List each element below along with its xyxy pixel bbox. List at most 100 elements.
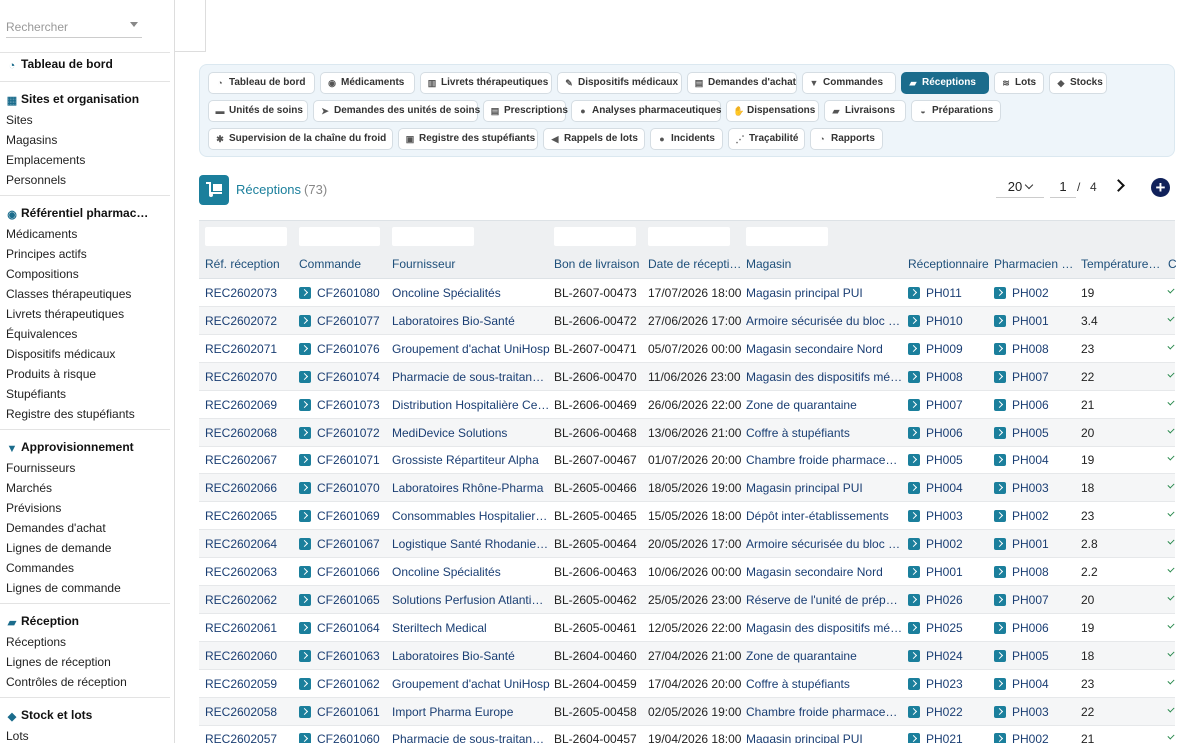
table-cell[interactable]: CF2601060 bbox=[299, 732, 389, 743]
table-row[interactable]: REC2602061 CF2601064 Steriltech Medical BL-… bbox=[199, 614, 1175, 642]
sidebar-item-3-2[interactable]: Contrôles de réception bbox=[6, 675, 127, 689]
sidebar-item-0-3[interactable]: Personnels bbox=[6, 173, 66, 187]
table-cell[interactable]: CF2601076 bbox=[299, 342, 389, 356]
column-filter-input[interactable] bbox=[648, 227, 730, 246]
sidebar-item-1-4[interactable]: Livrets thérapeutiques bbox=[6, 307, 124, 321]
nav-tab-1-5[interactable]: ▰ Livraisons bbox=[824, 100, 906, 122]
table-cell[interactable]: PH003 bbox=[994, 481, 1076, 495]
table-cell[interactable]: PH006 bbox=[994, 398, 1076, 412]
sidebar-section-3[interactable]: ▰ Réception bbox=[6, 614, 171, 629]
nav-tab-2-0[interactable]: ✱ Supervision de la chaîne du froid bbox=[208, 128, 393, 150]
nav-tab-1-4[interactable]: ✋ Dispensations bbox=[726, 100, 819, 122]
nav-tab-2-4[interactable]: ⋰ Traçabilité bbox=[728, 128, 805, 150]
table-cell[interactable]: REC2602064 bbox=[205, 537, 295, 551]
nav-tab-0-2[interactable]: ▥ Livrets thérapeutiques bbox=[420, 72, 552, 94]
sidebar-item-1-2[interactable]: Compositions bbox=[6, 267, 79, 281]
table-row[interactable]: REC2602071 CF2601076 Groupement d'achat Un… bbox=[199, 335, 1175, 363]
nav-tab-0-3[interactable]: ✎ Dispositifs médicaux bbox=[557, 72, 682, 94]
table-cell[interactable]: PH024 bbox=[908, 649, 992, 663]
table-cell[interactable]: CF2601074 bbox=[299, 370, 389, 384]
table-cell[interactable]: PH008 bbox=[994, 565, 1076, 579]
sidebar-item-dashboard[interactable]: ◔ Tableau de bord bbox=[6, 57, 171, 72]
nav-tab-1-6[interactable]: ◒ Préparations bbox=[911, 100, 1001, 122]
column-header[interactable]: Réf. réception bbox=[205, 257, 295, 271]
table-cell[interactable]: PH007 bbox=[994, 593, 1076, 607]
nav-tab-0-1[interactable]: ◉ Médicaments bbox=[320, 72, 415, 94]
table-cell[interactable]: PH004 bbox=[908, 481, 992, 495]
table-cell[interactable]: PH025 bbox=[908, 621, 992, 635]
table-cell[interactable]: CF2601065 bbox=[299, 593, 389, 607]
table-cell[interactable]: CF2601064 bbox=[299, 621, 389, 635]
table-cell[interactable]: REC2602065 bbox=[205, 509, 295, 523]
table-row[interactable]: REC2602065 CF2601069 Consommables Hospital… bbox=[199, 502, 1175, 530]
table-cell[interactable]: CF2601072 bbox=[299, 426, 389, 440]
nav-tab-1-2[interactable]: ▤ Prescriptions bbox=[483, 100, 568, 122]
table-cell[interactable]: CF2601062 bbox=[299, 677, 389, 691]
table-row[interactable]: REC2602070 CF2601074 Pharmacie de sous-tra… bbox=[199, 363, 1175, 391]
table-cell[interactable]: REC2602060 bbox=[205, 649, 295, 663]
table-cell[interactable]: PH002 bbox=[994, 732, 1076, 743]
sidebar-item-2-2[interactable]: Prévisions bbox=[6, 501, 61, 515]
sidebar-search-select[interactable]: Rechercher bbox=[6, 16, 142, 38]
column-filter-input[interactable] bbox=[746, 227, 828, 246]
table-cell[interactable]: CF2601061 bbox=[299, 705, 389, 719]
sidebar-item-1-9[interactable]: Registre des stupéfiants bbox=[6, 407, 135, 421]
nav-tab-0-6[interactable]: ▰ Réceptions bbox=[901, 72, 989, 94]
sidebar-section-2[interactable]: ▼ Approvisionnement bbox=[6, 440, 171, 455]
table-cell[interactable]: REC2602059 bbox=[205, 677, 295, 691]
sidebar-section-0[interactable]: ▦ Sites et organisation bbox=[6, 92, 171, 107]
table-row[interactable]: REC2602072 CF2601077 Laboratoires Bio-Sant… bbox=[199, 307, 1175, 335]
table-row[interactable]: REC2602060 CF2601063 Laboratoires Bio-Sant… bbox=[199, 642, 1175, 670]
table-cell[interactable]: PH011 bbox=[908, 286, 992, 300]
nav-tab-0-8[interactable]: ◆ Stocks bbox=[1049, 72, 1107, 94]
nav-tab-1-3[interactable]: ● Analyses pharmaceutiques bbox=[571, 100, 722, 122]
sidebar-item-2-0[interactable]: Fournisseurs bbox=[6, 461, 75, 475]
sidebar-item-2-4[interactable]: Lignes de demande bbox=[6, 541, 111, 555]
nav-tab-2-2[interactable]: ◀ Rappels de lots bbox=[543, 128, 645, 150]
table-row[interactable]: REC2602057 CF2601060 Pharmacie de sous-tra… bbox=[199, 725, 1175, 743]
table-cell[interactable]: PH008 bbox=[908, 370, 992, 384]
table-row[interactable]: REC2602062 CF2601065 Solutions Perfusion A… bbox=[199, 586, 1175, 614]
table-cell[interactable]: PH010 bbox=[908, 314, 992, 328]
table-cell[interactable]: PH009 bbox=[908, 342, 992, 356]
column-filter-input[interactable] bbox=[392, 227, 474, 246]
table-cell[interactable]: PH021 bbox=[908, 732, 992, 743]
table-cell[interactable]: PH008 bbox=[994, 342, 1076, 356]
table-cell[interactable]: PH005 bbox=[994, 426, 1076, 440]
table-cell[interactable]: REC2602068 bbox=[205, 426, 295, 440]
sidebar-item-2-6[interactable]: Lignes de commande bbox=[6, 581, 121, 595]
table-row[interactable]: REC2602063 CF2601066 Oncoline Spécialités B… bbox=[199, 558, 1175, 586]
table-row[interactable]: REC2602058 CF2601061 Import Pharma Europe B… bbox=[199, 698, 1175, 726]
table-cell[interactable]: REC2602062 bbox=[205, 593, 295, 607]
sidebar-item-0-2[interactable]: Emplacements bbox=[6, 153, 85, 167]
nav-tab-0-0[interactable]: ◔ Tableau de bord bbox=[208, 72, 315, 94]
column-header[interactable]: C bbox=[1168, 257, 1176, 271]
table-cell[interactable]: PH002 bbox=[994, 286, 1076, 300]
column-filter-input[interactable] bbox=[299, 227, 380, 246]
nav-tab-1-0[interactable]: ▬ Unités de soins bbox=[208, 100, 308, 122]
table-row[interactable]: REC2602069 CF2601073 Distribution Hospital… bbox=[199, 391, 1175, 419]
sidebar-item-2-5[interactable]: Commandes bbox=[6, 561, 74, 575]
table-cell[interactable]: CF2601063 bbox=[299, 649, 389, 663]
table-cell[interactable]: PH004 bbox=[994, 453, 1076, 467]
sidebar-item-4-0[interactable]: Lots bbox=[6, 729, 29, 743]
table-cell[interactable]: PH002 bbox=[908, 537, 992, 551]
table-cell[interactable]: CF2601069 bbox=[299, 509, 389, 523]
table-cell[interactable]: PH006 bbox=[908, 426, 992, 440]
table-cell[interactable]: PH007 bbox=[908, 398, 992, 412]
table-cell[interactable]: REC2602072 bbox=[205, 314, 295, 328]
table-cell[interactable]: PH026 bbox=[908, 593, 992, 607]
nav-tab-2-1[interactable]: ▣ Registre des stupéfiants bbox=[398, 128, 538, 150]
nav-tab-2-3[interactable]: ● Incidents bbox=[650, 128, 723, 150]
page-size-select[interactable]: 20 bbox=[996, 176, 1044, 198]
table-row[interactable]: REC2602068 CF2601072 MediDevice Solutions B… bbox=[199, 419, 1175, 447]
column-filter-input[interactable] bbox=[554, 227, 636, 246]
table-cell[interactable]: REC2602061 bbox=[205, 621, 295, 635]
table-cell[interactable]: PH022 bbox=[908, 705, 992, 719]
add-reception-button[interactable]: + bbox=[1151, 178, 1170, 197]
table-cell[interactable]: CF2601066 bbox=[299, 565, 389, 579]
column-header[interactable]: Commande bbox=[299, 257, 389, 271]
nav-tab-0-7[interactable]: ≋ Lots bbox=[994, 72, 1044, 94]
table-row[interactable]: REC2602059 CF2601062 Groupement d'achat Un… bbox=[199, 670, 1175, 698]
next-page-chevron-icon[interactable] bbox=[1112, 178, 1126, 192]
